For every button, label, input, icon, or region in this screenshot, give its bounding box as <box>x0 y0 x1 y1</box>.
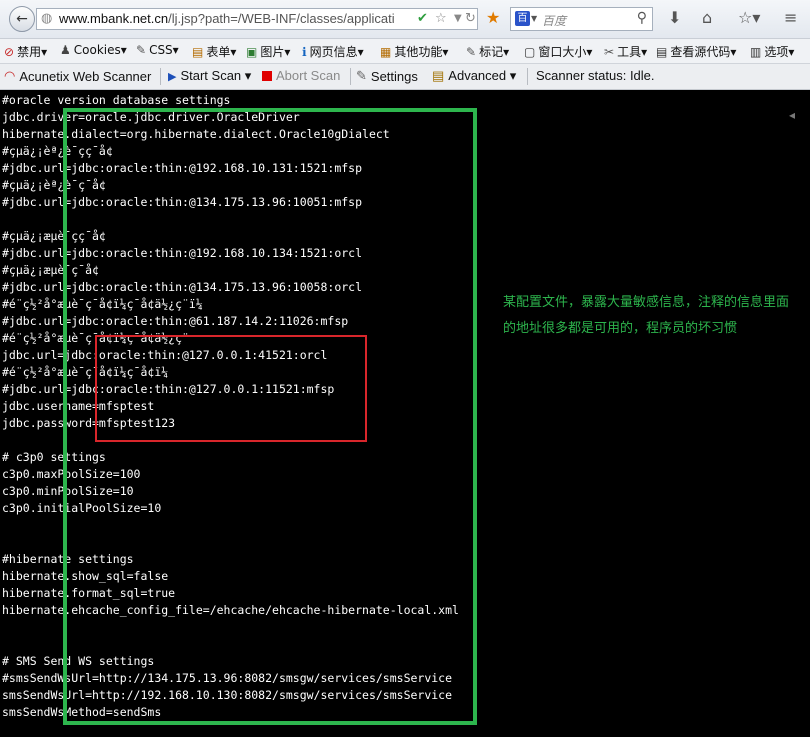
search-icon[interactable]: ⚲ <box>637 10 647 26</box>
resize-icon: ▢ <box>524 44 536 59</box>
globe-icon: ◍ <box>41 11 53 26</box>
separator <box>350 68 351 85</box>
back-button[interactable]: ← <box>9 6 35 32</box>
toolbar-item-label: 表单▾ <box>206 45 237 59</box>
outline-icon: ✎ <box>466 44 477 59</box>
url-path: /lj.jsp?path=/WEB-INF/classes/applicati <box>168 11 395 26</box>
toolbar-item-label: 窗口大小▾ <box>538 45 593 59</box>
settings-button[interactable]: ✎ Settings <box>356 68 418 84</box>
scanner-status-text: Scanner status: Idle. <box>536 68 655 83</box>
toolbar-item-label: 图片▾ <box>260 45 291 59</box>
acunetix-toolbar: ◠ Acunetix Web Scanner ▶ Start Scan ▾ Ab… <box>0 64 810 90</box>
toolbar-item-label: 选项▾ <box>764 45 795 59</box>
toolbar-item-label: Cookies▾ <box>73 43 127 57</box>
separator <box>160 68 161 85</box>
toolbar-item-resize[interactable]: ▢ 窗口大小▾ <box>524 43 592 60</box>
engine-dropdown-icon[interactable]: ▼ <box>531 14 537 23</box>
toolbar-item-label: 禁用▾ <box>17 45 48 59</box>
toolbar-item-misc[interactable]: ▦ 其他功能▾ <box>380 43 448 60</box>
download-icon[interactable]: ⬇ <box>668 9 681 27</box>
toolbar-item-label: 网页信息▾ <box>309 45 364 59</box>
toolbar-item-outline[interactable]: ✎ 标记▾ <box>466 43 509 60</box>
dropdown-icon[interactable]: ▼ <box>454 11 462 27</box>
toolbar-item-info[interactable]: ℹ 网页信息▾ <box>302 43 364 60</box>
toolbar-item-label: 标记▾ <box>479 45 510 59</box>
url-text[interactable]: www.mbank.net.cn/lj.jsp?path=/WEB-INF/cl… <box>59 11 415 26</box>
webdev-toolbar: ⊘ 禁用▾ ♟ Cookies▾ ✎ CSS▾ ▤ 表单▾ ▣ 图片▾ ℹ 网页信息▾ ▦ 其他功能▾ ✎ 标… <box>0 39 810 64</box>
misc-icon: ▦ <box>380 44 392 59</box>
advanced-button[interactable]: ▤ Advanced ▾ <box>432 68 516 84</box>
cookies-icon: ♟ <box>60 43 71 57</box>
url-bar[interactable]: ◍ www.mbank.net.cn/lj.jsp?path=/WEB-INF/… <box>36 8 478 30</box>
menu-icon[interactable]: ☆▾ <box>738 9 760 27</box>
acunetix-icon: ◠ <box>4 68 16 83</box>
toolbar-item-forms[interactable]: ▤ 表单▾ <box>192 43 236 60</box>
source-icon: ▤ <box>656 44 668 59</box>
bookmark-icon[interactable]: ★ <box>486 9 500 27</box>
toolbar-item-label: CSS▾ <box>149 43 179 57</box>
toolbar-item-label: 其他功能▾ <box>394 45 449 59</box>
info-icon: ℹ <box>302 44 307 59</box>
reload-icon[interactable]: ↻ <box>465 11 476 27</box>
back-arrow-icon: ← <box>16 11 28 27</box>
start-scan-button[interactable]: ▶ Start Scan ▾ <box>168 68 251 84</box>
annotation-note: 某配置文件，暴露大量敏感信息，注释的信息里面的地址很多都是可用的，程序员的坏习惯 <box>503 295 790 336</box>
abort-scan-label: Abort Scan <box>276 68 341 83</box>
css-icon: ✎ <box>136 43 147 57</box>
play-icon: ▶ <box>168 70 177 83</box>
advanced-label: Advanced ▾ <box>448 68 517 83</box>
abort-scan-button[interactable]: Abort Scan <box>262 68 340 83</box>
forms-icon: ▤ <box>192 44 204 59</box>
start-scan-label: Start Scan ▾ <box>180 68 252 83</box>
advanced-icon: ▤ <box>432 68 445 83</box>
toolbar-item-css[interactable]: ✎ CSS▾ <box>136 43 179 57</box>
search-input[interactable]: 百度 <box>542 12 566 29</box>
toolbar-item-label: 工具▾ <box>617 45 648 59</box>
acunetix-logo[interactable]: ◠ Acunetix Web Scanner <box>4 68 151 84</box>
disable-icon: ⊘ <box>4 44 15 59</box>
separator <box>527 68 528 85</box>
images-icon: ▣ <box>246 44 258 59</box>
scroll-edge-icon: ◂ <box>789 108 796 122</box>
toolbar-item-options[interactable]: ▥ 选项▾ <box>750 43 794 60</box>
toolbar-item-images[interactable]: ▣ 图片▾ <box>246 43 290 60</box>
baidu-icon[interactable]: 百 <box>515 11 530 26</box>
settings-label: Settings <box>370 68 418 84</box>
options-icon: ▥ <box>750 44 762 59</box>
scanner-status: Scanner status: Idle. <box>536 68 655 83</box>
star-icon[interactable]: ☆ <box>435 11 447 27</box>
toolbar-item-cookies[interactable]: ♟ Cookies▾ <box>60 43 127 57</box>
extra-icon[interactable]: ≡ <box>784 9 797 27</box>
toolbar-item-tools[interactable]: ✂ 工具▾ <box>604 43 647 60</box>
tools-icon: ✂ <box>604 44 615 59</box>
acunetix-label: Acunetix Web Scanner <box>19 68 152 84</box>
toolbar-item-disable[interactable]: ⊘ 禁用▾ <box>4 43 47 60</box>
navigation-bar: ← ◍ www.mbank.net.cn/lj.jsp?path=/WEB-IN… <box>0 0 810 39</box>
check-icon[interactable]: ✔ <box>417 11 428 27</box>
credential-highlight-box <box>95 335 367 442</box>
page-content: #oracle version database settings jdbc.d… <box>0 90 810 737</box>
toolbar-item-label: 查看源代码▾ <box>670 45 737 59</box>
home-icon[interactable]: ⌂ <box>702 9 712 27</box>
toolbar-item-source[interactable]: ▤ 查看源代码▾ <box>656 43 736 60</box>
wrench-icon: ✎ <box>356 68 367 83</box>
url-host: www.mbank.net.cn <box>59 11 169 26</box>
search-bar[interactable]: 百 ▼ 百度 ⚲ <box>510 7 653 31</box>
stop-icon <box>262 70 272 81</box>
